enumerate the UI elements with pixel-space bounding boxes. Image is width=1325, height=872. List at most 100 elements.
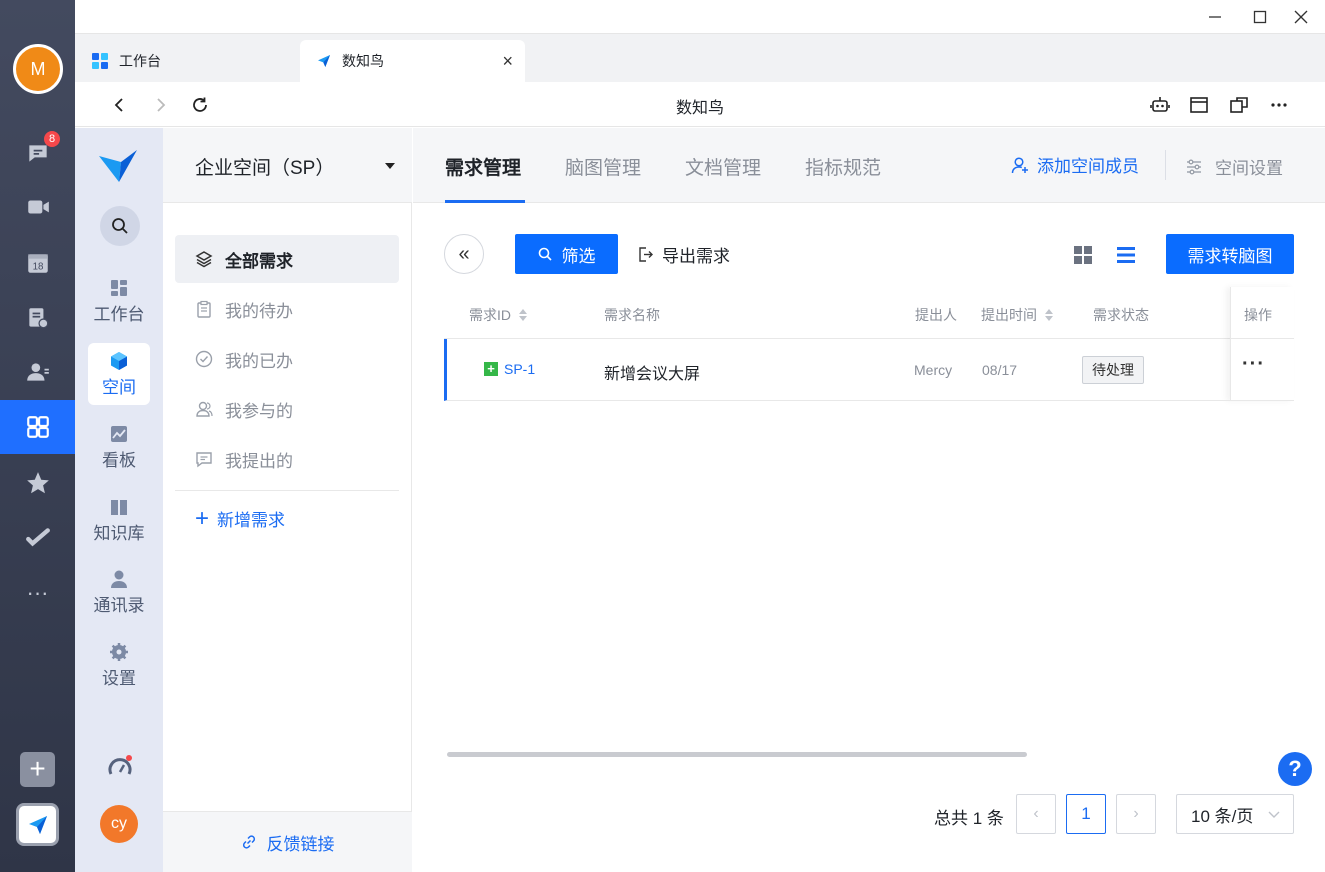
- dashboard-speed-icon[interactable]: [107, 754, 133, 780]
- app-dock: M 8 18 ··· +: [0, 0, 75, 872]
- chat-badge: 8: [44, 131, 60, 147]
- add-requirement-button[interactable]: + 新增需求: [195, 506, 285, 531]
- window-titlebar: [75, 0, 1325, 34]
- filter-button[interactable]: 筛选: [515, 234, 618, 274]
- tasks-icon[interactable]: [0, 511, 75, 565]
- column-header-id[interactable]: 需求ID: [469, 305, 527, 325]
- tab-requirements[interactable]: 需求管理: [445, 153, 521, 180]
- tab-close-icon[interactable]: ×: [502, 52, 513, 70]
- column-label: 需求ID: [469, 307, 511, 323]
- maximize-button[interactable]: [1240, 0, 1280, 34]
- column-header-time[interactable]: 提出时间: [981, 305, 1053, 325]
- active-tab-indicator: [445, 200, 525, 203]
- approval-icon[interactable]: [0, 291, 75, 345]
- app-nav-label: 设置: [102, 668, 136, 688]
- app-nav-board[interactable]: 看板: [88, 416, 150, 478]
- users-icon: [196, 401, 213, 417]
- robot-icon[interactable]: [1147, 92, 1173, 118]
- close-window-button[interactable]: [1281, 0, 1321, 34]
- search-icon: [112, 218, 128, 234]
- calendar-icon[interactable]: 18: [0, 236, 75, 290]
- page-size-select[interactable]: 10 条/页: [1176, 794, 1294, 834]
- app-nav-workbench[interactable]: 工作台: [88, 270, 150, 332]
- add-member-label: 添加空间成员: [1037, 157, 1139, 176]
- menu-my-todo[interactable]: 我的待办: [175, 285, 399, 333]
- more-options-icon[interactable]: [1266, 92, 1292, 118]
- menu-my-done[interactable]: 我的已办: [175, 335, 399, 383]
- menu-divider: [175, 490, 399, 491]
- app-nav-contacts[interactable]: 通讯录: [88, 561, 150, 623]
- module-tabs: 需求管理 脑图管理 文档管理 指标规范 添加空间成员 空间设置: [413, 128, 1325, 203]
- prev-page-button[interactable]: ‹: [1016, 794, 1056, 834]
- row-actions-menu[interactable]: ···: [1242, 353, 1265, 376]
- app-logo: [97, 146, 141, 186]
- requirement-name[interactable]: 新增会议大屏: [604, 360, 700, 384]
- favorites-icon[interactable]: [0, 456, 75, 510]
- app-nav-settings[interactable]: 设置: [88, 634, 150, 696]
- add-app-button[interactable]: +: [20, 752, 55, 787]
- grid-view-icon[interactable]: [1074, 246, 1092, 264]
- app-nav-knowledge[interactable]: 知识库: [88, 489, 150, 551]
- tab-mindmap[interactable]: 脑图管理: [565, 153, 641, 180]
- tab-label: 数知鸟: [342, 53, 384, 69]
- requirement-id: SP-1: [504, 361, 536, 377]
- feedback-link[interactable]: 反馈链接: [163, 811, 412, 872]
- menu-participated[interactable]: 我参与的: [175, 385, 399, 433]
- next-page-button[interactable]: ›: [1116, 794, 1156, 834]
- grid-icon: [111, 279, 127, 296]
- tab-metrics[interactable]: 指标规范: [805, 153, 881, 180]
- video-icon[interactable]: [0, 180, 75, 234]
- menu-label: 我的已办: [225, 351, 293, 371]
- list-view-icon[interactable]: [1117, 246, 1135, 264]
- menu-label: 我参与的: [225, 401, 293, 421]
- minimize-button[interactable]: [1195, 0, 1235, 34]
- check-circle-icon: [195, 350, 213, 368]
- table-row[interactable]: + SP-1 新增会议大屏 Mercy 08/17 待处理 ···: [444, 339, 1294, 401]
- collapse-sidebar-button[interactable]: «: [444, 234, 484, 274]
- column-header-status: 需求状态: [1093, 307, 1149, 323]
- export-requirements-button[interactable]: 导出需求: [637, 242, 730, 267]
- window-mode-icon[interactable]: [1186, 92, 1212, 118]
- requirement-id-link[interactable]: + SP-1: [484, 361, 535, 377]
- shuzhiniao-app-icon[interactable]: [16, 803, 59, 846]
- shuzhiniao-tab-icon: [318, 55, 330, 67]
- space-settings-button[interactable]: 空间设置: [1185, 154, 1283, 179]
- menu-label: 我的待办: [225, 301, 293, 321]
- tab-bar: 工作台 数知鸟 ×: [75, 34, 1325, 82]
- float-window-icon[interactable]: [1226, 92, 1252, 118]
- tab-shuzhiniao[interactable]: 数知鸟 ×: [300, 40, 525, 82]
- chat-icon[interactable]: [0, 126, 75, 180]
- search-button[interactable]: [100, 206, 140, 246]
- cube-icon: [111, 351, 127, 370]
- tab-workbench[interactable]: 工作台: [75, 40, 300, 82]
- sort-icon[interactable]: [1045, 309, 1053, 321]
- user-avatar-cy[interactable]: cy: [100, 805, 138, 843]
- space-selector[interactable]: 企业空间（SP）: [163, 128, 412, 203]
- menu-submitted[interactable]: 我提出的: [175, 435, 399, 483]
- tab-documents[interactable]: 文档管理: [685, 153, 761, 180]
- column-label: 提出时间: [981, 307, 1037, 323]
- plus-icon: +: [195, 504, 210, 532]
- user-avatar[interactable]: M: [13, 44, 63, 94]
- sliders-icon: [1187, 159, 1201, 174]
- app-nav-space[interactable]: 空间: [88, 343, 150, 405]
- menu-all-requirements[interactable]: 全部需求: [175, 235, 399, 283]
- help-button[interactable]: ?: [1278, 752, 1312, 786]
- requirements-panel: « 筛选 导出需求 需求转脑图 需求ID 需求名称 提出人 提出时间 需求状态 …: [413, 204, 1325, 872]
- app-nav-label: 看板: [102, 450, 136, 470]
- table-header: 需求ID 需求名称 提出人 提出时间 需求状态 操作: [444, 287, 1294, 401]
- workspace-icon[interactable]: [0, 400, 75, 454]
- sort-icon[interactable]: [519, 309, 527, 321]
- contacts-icon[interactable]: [0, 345, 75, 399]
- convert-to-mindmap-button[interactable]: 需求转脑图: [1166, 234, 1294, 274]
- horizontal-scrollbar[interactable]: [447, 752, 1027, 757]
- message-icon: [196, 452, 212, 468]
- requirement-type-icon: +: [484, 362, 498, 376]
- add-space-member-button[interactable]: 添加空间成员: [1011, 152, 1139, 177]
- app-nav-label: 通讯录: [93, 595, 145, 615]
- more-icon[interactable]: ···: [0, 566, 75, 620]
- person-icon: [111, 570, 127, 588]
- book-icon: [111, 499, 127, 515]
- requirement-proposer: Mercy: [914, 362, 953, 378]
- page-1-button[interactable]: 1: [1066, 794, 1106, 834]
